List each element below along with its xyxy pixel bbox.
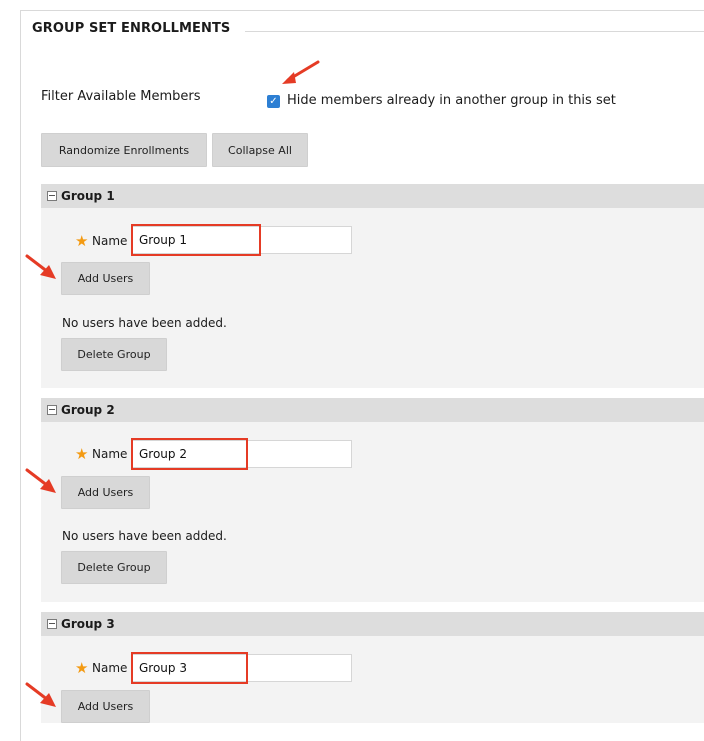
name-label-2: Name	[92, 447, 128, 461]
required-star-icon: ★	[75, 232, 89, 250]
hide-members-checkbox[interactable]: ✓	[267, 95, 280, 108]
group-title-1: Group 1	[61, 189, 115, 203]
add-users-button-2[interactable]: Add Users	[61, 476, 150, 509]
group-title-2: Group 2	[61, 403, 115, 417]
annotation-arrow-icon	[25, 468, 56, 493]
name-label-3: Name	[92, 661, 128, 675]
collapse-all-button[interactable]: Collapse All	[212, 133, 308, 167]
required-star-icon: ★	[75, 659, 89, 677]
group-header-3[interactable]: Group 3	[41, 612, 704, 636]
no-users-text-2: No users have been added.	[62, 529, 227, 543]
filter-available-members-label: Filter Available Members	[41, 89, 201, 104]
section-divider	[245, 31, 704, 32]
add-users-button-3[interactable]: Add Users	[61, 690, 150, 723]
group-header-2[interactable]: Group 2	[41, 398, 704, 422]
annotation-highlight-box-2	[131, 438, 248, 470]
add-users-button-1[interactable]: Add Users	[61, 262, 150, 295]
delete-group-button-2[interactable]: Delete Group	[61, 551, 167, 584]
name-label-1: Name	[92, 234, 128, 248]
collapse-minus-icon[interactable]	[47, 619, 57, 629]
group-header-1[interactable]: Group 1	[41, 184, 704, 208]
group-title-3: Group 3	[61, 617, 115, 631]
collapse-minus-icon[interactable]	[47, 405, 57, 415]
annotation-arrow-icon	[25, 254, 56, 279]
no-users-text-1: No users have been added.	[62, 316, 227, 330]
required-star-icon: ★	[75, 445, 89, 463]
collapse-minus-icon[interactable]	[47, 191, 57, 201]
randomize-enrollments-button[interactable]: Randomize Enrollments	[41, 133, 207, 167]
hide-members-checkbox-label[interactable]: Hide members already in another group in…	[287, 93, 616, 108]
annotation-arrow-icon	[25, 682, 56, 707]
annotation-arrow-icon	[282, 60, 320, 84]
section-title: GROUP SET ENROLLMENTS	[32, 21, 243, 36]
annotation-highlight-box-3	[131, 652, 248, 684]
delete-group-button-1[interactable]: Delete Group	[61, 338, 167, 371]
annotation-highlight-box-1	[131, 224, 261, 256]
